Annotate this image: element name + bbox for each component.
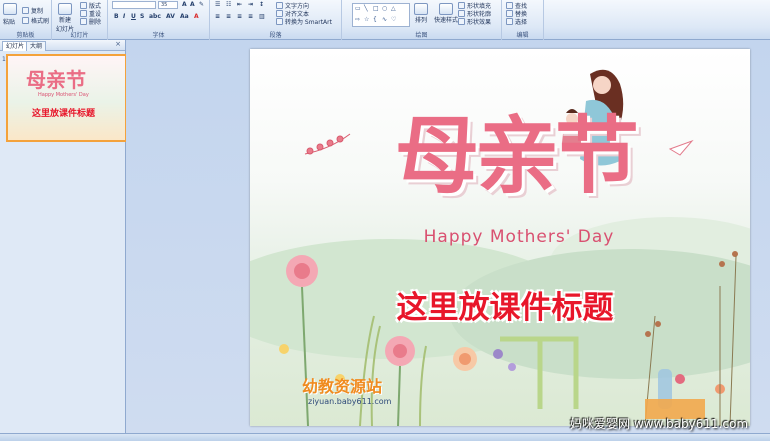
quick-styles-button[interactable]: 快速样式	[434, 3, 458, 24]
group-label-paragraph: 段落	[269, 32, 282, 39]
copy-button[interactable]: 复制	[22, 6, 43, 15]
effects-icon	[458, 18, 465, 25]
layout-icon	[80, 2, 87, 9]
align-text-icon	[276, 10, 283, 17]
paste-icon	[3, 3, 17, 15]
status-bar	[0, 433, 770, 441]
slide-title-chinese[interactable]: 母亲节	[350, 89, 680, 210]
group-label-slides: 幻灯片	[70, 32, 89, 39]
group-editing: 查找 替换 选择 编辑	[502, 0, 544, 40]
brush-icon	[22, 17, 29, 24]
bullets-icon[interactable]: ☰	[215, 1, 220, 8]
replace-icon	[506, 10, 513, 17]
thumb-subtitle: Happy Mothers' Day	[38, 92, 89, 98]
select-button[interactable]: 选择	[506, 17, 527, 26]
slide-main-title[interactable]: 这里放课件标题	[350, 282, 660, 327]
ribbon: 粘贴 复制 格式刷 剪贴板 新建 幻灯片 版式 重设 删除 幻灯片 35 A A…	[0, 0, 770, 40]
group-slides: 新建 幻灯片 版式 重设 删除 幻灯片	[52, 0, 108, 40]
site-logo: 幼教资源站	[302, 377, 383, 396]
thumb-title: 母亲节	[26, 68, 86, 92]
group-label-drawing: 绘图	[415, 32, 428, 39]
format-painter-button[interactable]: 格式刷	[22, 16, 49, 25]
copy-icon	[22, 7, 29, 14]
smartart-icon	[276, 18, 283, 25]
quick-styles-icon	[439, 3, 453, 15]
watermark: 妈咪爱婴网 www.baby611.com	[570, 417, 749, 431]
slide-canvas[interactable]: 母亲节 Happy Mothers' Day 这里放课件标题 幼教资源站 ziy…	[250, 49, 750, 426]
text-direction-icon	[276, 2, 283, 9]
clear-format-icon[interactable]: ✎	[199, 1, 204, 8]
arrow-shape-icon: ⇨	[355, 16, 361, 23]
slides-panel: 幻灯片 大纲 × 1 母亲节 Happy Mothers' Day 这里放课件标…	[0, 40, 127, 433]
increase-indent-icon[interactable]: ⇥	[248, 1, 253, 8]
slide-thumbnail[interactable]: 母亲节 Happy Mothers' Day 这里放课件标题	[6, 54, 127, 142]
pen-icon	[458, 10, 465, 17]
cursor-icon	[506, 18, 513, 25]
underline-icon[interactable]: U	[131, 13, 136, 20]
paint-bucket-icon	[458, 2, 465, 9]
group-paragraph: ☰ ☷ ⇤ ⇥ ↕ 文字方向 ≡ ≡ ≡ ≡ ▥ 对齐文本 转换为 SmartA…	[210, 0, 342, 40]
triangle-shape-icon: △	[391, 5, 396, 12]
new-slide-icon	[58, 3, 72, 15]
binoculars-icon	[506, 2, 513, 9]
shapes-gallery[interactable]: ▭ ╲ □ ○ △ ⇨ ☆ { ∿ ♡	[352, 3, 410, 27]
brace-shape-icon: {	[373, 16, 377, 23]
star-shape-icon: ☆	[364, 16, 370, 23]
delete-icon	[80, 18, 87, 25]
panel-tabs: 幻灯片 大纲 ×	[0, 40, 125, 51]
align-left-icon[interactable]: ≡	[215, 13, 220, 20]
group-drawing: ▭ ╲ □ ○ △ ⇨ ☆ { ∿ ♡ 排列 快速样式 形状填充 形状轮廓 形状…	[342, 0, 502, 40]
curve-shape-icon: ∿	[382, 16, 388, 23]
tab-slides[interactable]: 幻灯片	[2, 41, 29, 51]
group-font: 35 A A ✎ B I U S abc AV Aa A 字体	[108, 0, 210, 40]
close-icon[interactable]: ×	[115, 40, 121, 48]
change-case-icon[interactable]: Aa	[180, 13, 189, 20]
line-spacing-icon[interactable]: ↕	[259, 1, 264, 8]
shadow-icon[interactable]: S	[140, 13, 144, 20]
reset-icon	[80, 10, 87, 17]
group-clipboard: 粘贴 复制 格式刷 剪贴板	[0, 0, 52, 40]
shape-effects-button[interactable]: 形状效果	[458, 17, 491, 26]
justify-icon[interactable]: ≡	[248, 13, 253, 20]
rect-shape-icon: □	[373, 5, 379, 12]
tab-outline[interactable]: 大纲	[26, 41, 47, 51]
smartart-button[interactable]: 转换为 SmartArt	[276, 17, 332, 26]
align-center-icon[interactable]: ≡	[226, 13, 231, 20]
grow-font-icon[interactable]: A	[182, 1, 187, 8]
columns-icon[interactable]: ▥	[259, 13, 265, 20]
left-sprig	[304, 133, 351, 155]
font-name-field[interactable]	[112, 1, 156, 9]
slide-title-english[interactable]: Happy Mothers' Day	[354, 227, 684, 247]
heart-shape-icon: ♡	[391, 16, 397, 23]
spacing-icon[interactable]: AV	[166, 13, 175, 20]
thumb-main-title: 这里放课件标题	[32, 109, 96, 119]
font-size-field[interactable]: 35	[158, 1, 178, 9]
italic-icon[interactable]: I	[123, 13, 125, 20]
group-label-editing: 编辑	[516, 32, 529, 39]
shrink-font-icon[interactable]: A	[190, 1, 195, 8]
oval-shape-icon: ○	[382, 5, 388, 12]
paste-button[interactable]: 粘贴	[3, 3, 17, 26]
group-label-font: 字体	[152, 32, 165, 39]
site-logo-url: ziyuan.baby611.com	[308, 397, 392, 406]
strikethrough-icon[interactable]: abc	[149, 13, 161, 20]
numbering-icon[interactable]: ☷	[226, 1, 231, 8]
arrange-icon	[414, 3, 428, 15]
group-label-clipboard: 剪贴板	[16, 32, 35, 39]
bold-icon[interactable]: B	[114, 13, 119, 20]
font-color-icon[interactable]: A	[194, 13, 199, 20]
delete-slide-button[interactable]: 删除	[80, 17, 101, 26]
decrease-indent-icon[interactable]: ⇤	[237, 1, 242, 8]
textbox-shape-icon: ▭	[355, 5, 361, 12]
line-shape-icon: ╲	[364, 5, 368, 12]
arrange-button[interactable]: 排列	[414, 3, 428, 24]
align-right-icon[interactable]: ≡	[237, 13, 242, 20]
new-slide-button[interactable]: 新建 幻灯片	[56, 3, 74, 33]
